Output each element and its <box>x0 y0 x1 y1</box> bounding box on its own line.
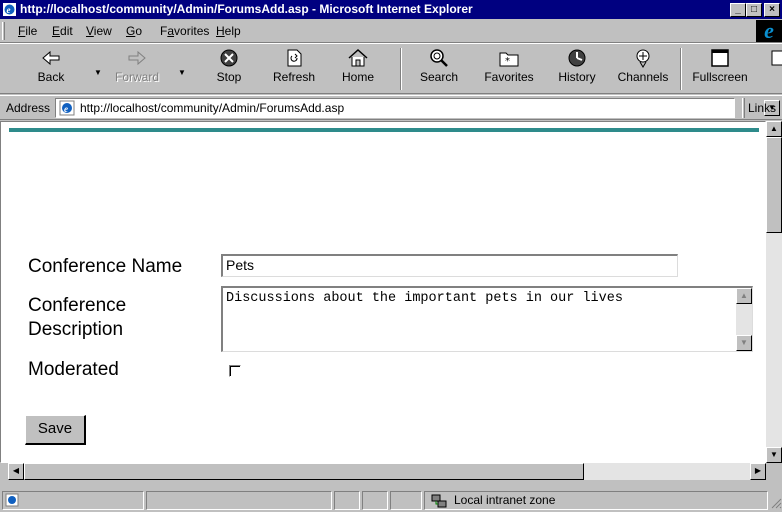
security-zone-text: Local intranet zone <box>454 493 556 507</box>
favorites-button[interactable]: * Favorites <box>478 46 540 92</box>
menu-edit[interactable]: Edit <box>52 24 73 38</box>
ie-logo-icon: e <box>756 20 782 42</box>
links-button[interactable]: Links <box>748 101 776 115</box>
menu-bar: File Edit View Go Favorites Help <box>0 19 782 43</box>
forward-arrow-icon <box>128 50 146 66</box>
menu-help[interactable]: Help <box>216 24 241 38</box>
history-icon <box>568 49 586 67</box>
back-dropdown-icon[interactable]: ▼ <box>94 68 102 77</box>
standard-toolbar: Back ▼ Forward ▼ Stop Refresh Home Searc… <box>0 43 782 94</box>
channels-satellite-icon <box>636 49 650 68</box>
conference-description-label-line2: Description <box>28 319 124 340</box>
search-label: Search <box>419 70 459 84</box>
channels-button[interactable]: Channels <box>614 46 672 92</box>
header-accent-bar <box>9 128 759 132</box>
forward-label: Forward <box>114 70 159 84</box>
search-icon <box>430 49 448 67</box>
toolbar-separator <box>400 48 402 90</box>
channels-label: Channels <box>617 70 669 84</box>
description-scrollbar[interactable]: ▲ ▼ <box>736 288 752 351</box>
horizontal-scroll-thumb[interactable] <box>24 463 584 480</box>
home-button[interactable]: Home <box>338 46 378 92</box>
close-button[interactable]: × <box>764 3 780 17</box>
window-title: http://localhost/community/Admin/ForumsA… <box>20 2 473 16</box>
scroll-down-icon[interactable]: ▼ <box>766 447 782 463</box>
history-label: History <box>558 70 596 84</box>
conference-name-label: Conference Name <box>28 256 183 277</box>
fullscreen-label: Fullscreen <box>692 70 748 84</box>
fullscreen-button[interactable]: Fullscreen <box>686 46 754 92</box>
refresh-icon <box>287 49 302 67</box>
menu-go[interactable]: Go <box>126 24 142 38</box>
status-panel-progress <box>146 491 332 510</box>
address-url: http://localhost/community/Admin/ForumsA… <box>80 101 345 115</box>
vertical-scroll-thumb[interactable] <box>766 137 782 233</box>
mail-button-partial[interactable] <box>764 46 782 92</box>
status-panel-main <box>2 491 144 510</box>
resize-grip-icon[interactable] <box>770 496 782 510</box>
stop-icon <box>220 49 238 67</box>
status-panel <box>390 491 422 510</box>
home-label: Home <box>341 70 374 84</box>
favorites-label: Favorites <box>484 70 534 84</box>
svg-text:*: * <box>505 56 510 67</box>
stop-label: Stop <box>216 70 242 84</box>
hscroll-edge <box>0 463 8 480</box>
back-label: Back <box>37 70 65 84</box>
links-grip <box>742 98 745 118</box>
back-arrow-icon <box>42 50 60 66</box>
page-status-icon <box>5 493 19 507</box>
favorites-folder-icon: * <box>499 52 519 67</box>
conference-description-label-line1: Conference <box>28 295 127 316</box>
refresh-label: Refresh <box>272 70 316 84</box>
address-bar: Address e http://localhost/community/Adm… <box>0 95 782 120</box>
maximize-button[interactable]: □ <box>746 3 762 17</box>
description-scroll-down-icon[interactable]: ▼ <box>736 335 752 351</box>
scroll-up-icon[interactable]: ▲ <box>766 121 782 137</box>
svg-text:e: e <box>64 104 68 114</box>
page-icon: e <box>59 100 75 116</box>
forward-button[interactable]: Forward <box>112 46 162 92</box>
status-panel <box>334 491 360 510</box>
local-intranet-icon <box>431 494 447 508</box>
description-scroll-up-icon[interactable]: ▲ <box>736 288 752 304</box>
conference-description-text: Discussions about the important pets in … <box>226 291 623 306</box>
fullscreen-icon <box>711 49 729 67</box>
menu-favorites[interactable]: Favorites <box>160 24 209 38</box>
address-label: Address <box>6 101 51 115</box>
refresh-button[interactable]: Refresh <box>268 46 320 92</box>
moderated-label: Moderated <box>28 359 119 380</box>
svg-text:e: e <box>7 5 11 15</box>
search-button[interactable]: Search <box>414 46 464 92</box>
scroll-left-icon[interactable]: ◀ <box>8 463 24 480</box>
ie-page-icon: e <box>3 3 16 16</box>
history-button[interactable]: History <box>552 46 602 92</box>
back-button[interactable]: Back <box>30 46 72 92</box>
address-input[interactable]: e http://localhost/community/Admin/Forum… <box>55 98 780 118</box>
menu-file[interactable]: File <box>18 24 37 38</box>
window-titlebar[interactable]: http://localhost/community/Admin/ForumsA… <box>0 0 782 19</box>
menu-view[interactable]: View <box>86 24 112 38</box>
menu-grip <box>2 22 5 40</box>
home-icon <box>348 48 368 67</box>
toolbar-separator <box>680 48 682 90</box>
forward-dropdown-icon[interactable]: ▼ <box>178 68 186 77</box>
mail-icon <box>771 50 782 66</box>
status-panel <box>362 491 388 510</box>
save-button[interactable]: Save <box>25 415 86 445</box>
scroll-right-icon[interactable]: ▶ <box>750 463 766 480</box>
page-content: Conference Name Pets Conference Descript… <box>0 121 766 463</box>
conference-description-textarea[interactable]: Discussions about the important pets in … <box>221 286 753 352</box>
moderated-checkbox[interactable] <box>229 365 241 377</box>
conference-name-input[interactable]: Pets <box>221 254 678 277</box>
minimize-button[interactable]: _ <box>730 3 746 17</box>
stop-button[interactable]: Stop <box>208 46 250 92</box>
status-bar: Local intranet zone <box>0 488 782 512</box>
